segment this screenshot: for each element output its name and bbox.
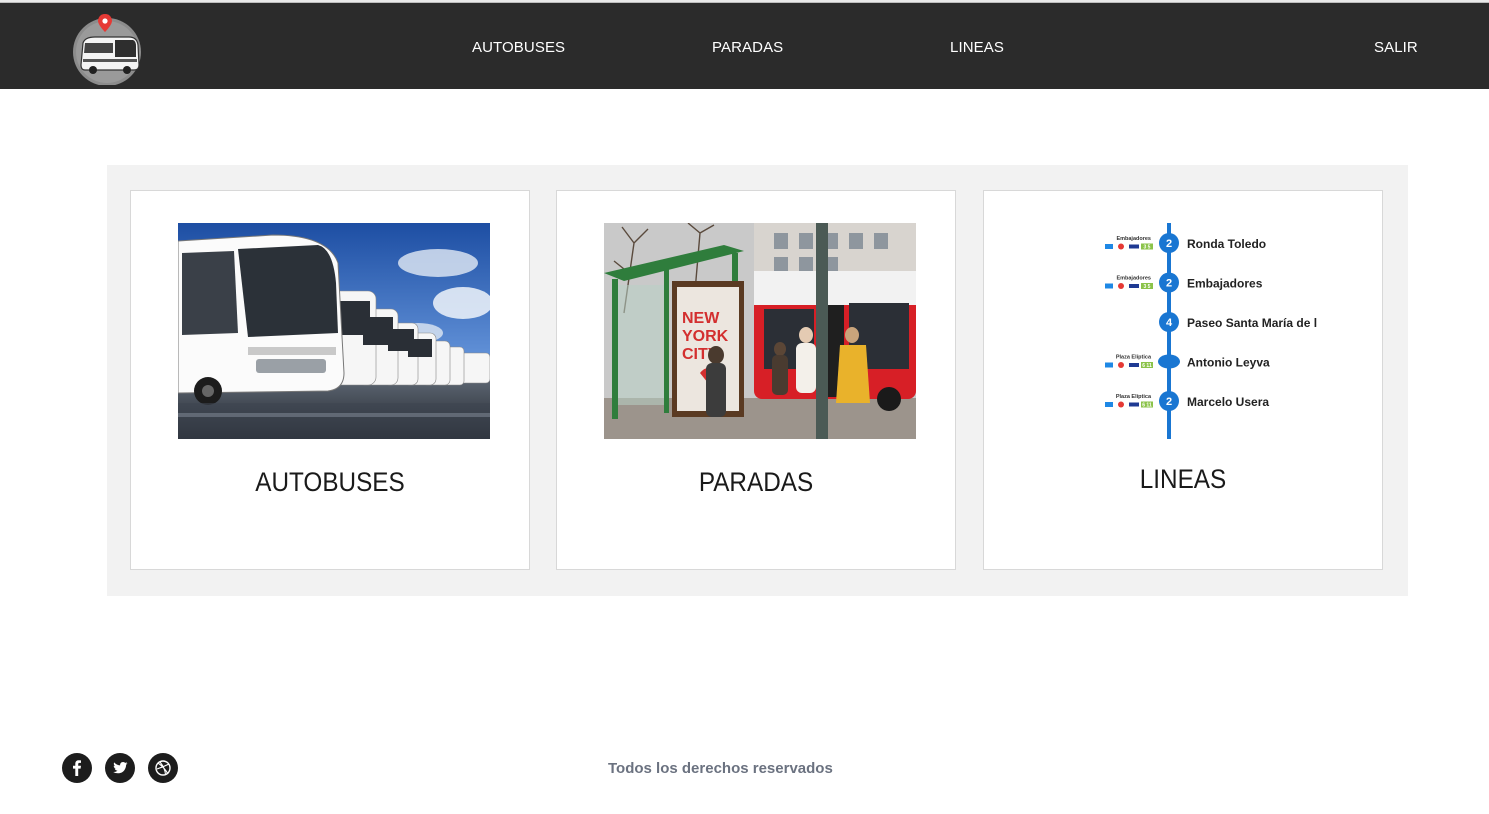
stop-connection: Embajadores — [1116, 276, 1151, 282]
logout-link[interactable]: SALIR — [1374, 39, 1418, 56]
connection-cercanias-icon — [1129, 363, 1139, 367]
nav-link-lineas[interactable]: LINEAS — [950, 39, 1004, 56]
stop-name: Paseo Santa María de l — [1187, 316, 1317, 330]
cards-panel: AUTOBUSES NEW YORK CITY PARADAS 2 Ronda … — [107, 165, 1408, 596]
connection-lines: 3 5 — [1144, 245, 1151, 251]
connection-bus-icon — [1105, 244, 1113, 249]
stop-connection: Plaza Elíptica — [1116, 355, 1152, 361]
stop-connection: Plaza Elíptica — [1116, 394, 1152, 400]
bus-logo-icon[interactable] — [71, 13, 143, 86]
stop-number: 2 — [1166, 396, 1172, 408]
card-autobuses[interactable]: AUTOBUSES — [130, 190, 530, 570]
stop-name: Marcelo Usera — [1187, 395, 1269, 409]
stop-number: 2 — [1166, 238, 1172, 250]
stop-name: Antonio Leyva — [1187, 356, 1270, 370]
stop-number: 4 — [1166, 317, 1173, 329]
connection-lines: 6 11 — [1142, 363, 1152, 369]
facebook-icon[interactable] — [62, 753, 92, 783]
connection-lines: 6 11 — [1142, 403, 1152, 409]
card-title-autobuses: AUTOBUSES — [255, 467, 405, 497]
connection-metro-icon — [1118, 362, 1124, 368]
connection-cercanias-icon — [1129, 244, 1139, 249]
card-lineas[interactable]: 2 Ronda Toledo Embajadores 3 5 2 Embajadores E… — [983, 190, 1383, 570]
dribbble-icon[interactable] — [148, 753, 178, 783]
connection-bus-icon — [1105, 362, 1113, 368]
stop-name: Embajadores — [1187, 277, 1263, 291]
connection-metro-icon — [1118, 401, 1124, 408]
connection-cercanias-icon — [1129, 402, 1139, 407]
stop-badge — [1158, 354, 1180, 369]
connection-metro-icon — [1118, 283, 1124, 289]
buses-parked-photo — [178, 223, 490, 439]
copyright-text: Todos los derechos reservados — [608, 760, 833, 777]
navbar: AUTOBUSES PARADAS LINEAS SALIR — [0, 3, 1489, 89]
connection-cercanias-icon — [1129, 284, 1139, 288]
stop-connection: Embajadores — [1116, 236, 1151, 242]
bus-stop-photo: NEW YORK CITY — [604, 223, 916, 439]
ad-new-york-text: NEW — [682, 310, 720, 327]
connection-lines: 3 5 — [1144, 284, 1151, 290]
card-paradas[interactable]: NEW YORK CITY PARADAS — [556, 190, 956, 570]
stop-number: 2 — [1166, 278, 1172, 290]
stop-name: Ronda Toledo — [1187, 237, 1266, 251]
line-map-diagram: 2 Ronda Toledo Embajadores 3 5 2 Embajadores E… — [1031, 223, 1343, 439]
card-title-lineas: LINEAS — [1139, 464, 1227, 494]
nav-link-autobuses[interactable]: AUTOBUSES — [472, 39, 565, 56]
card-title-paradas: PARADAS — [698, 467, 814, 497]
connection-bus-icon — [1105, 283, 1113, 289]
twitter-icon[interactable] — [105, 753, 135, 783]
connection-bus-icon — [1105, 402, 1113, 407]
nav-link-paradas[interactable]: PARADAS — [712, 39, 783, 56]
svg-text:YORK: YORK — [682, 328, 729, 345]
connection-metro-icon — [1118, 243, 1124, 250]
